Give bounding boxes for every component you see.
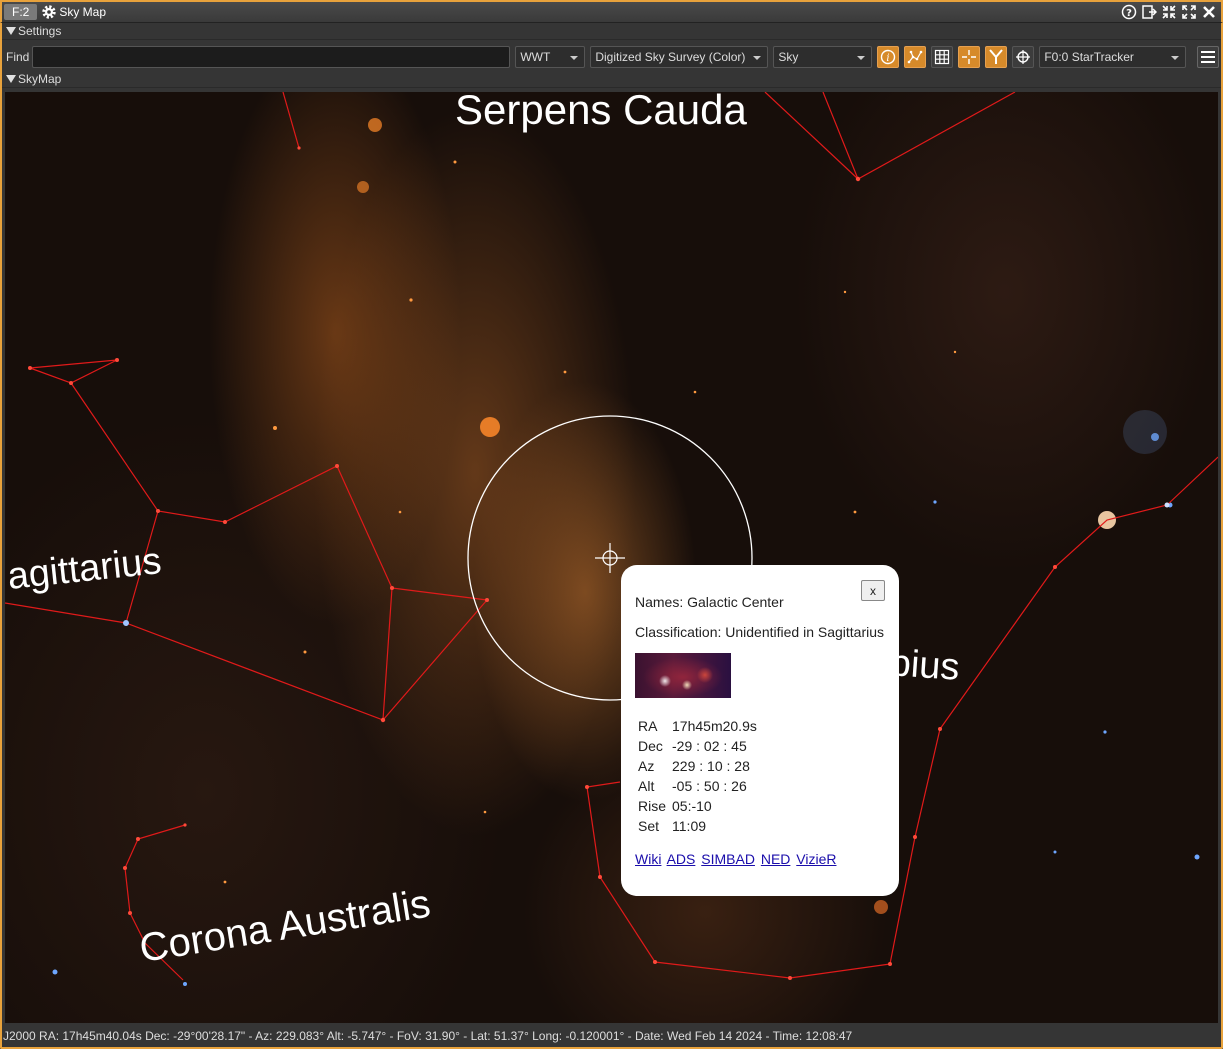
source-select-value: F0:0 StarTracker	[1044, 50, 1134, 64]
link-ned[interactable]: NED	[761, 851, 791, 867]
coord-key: Set	[638, 818, 660, 834]
survey-select[interactable]: Digitized Sky Survey (Color)	[590, 46, 769, 68]
projection-select-value: Sky	[778, 50, 799, 64]
coord-key: RA	[638, 718, 658, 734]
coord-key: Az	[638, 758, 655, 774]
sky-map-canvas[interactable]: Serpens Cauda agittarius pius Corona Aus…	[5, 92, 1218, 1023]
skymap-section-label: SkyMap	[18, 72, 62, 86]
antenna-toggle-button[interactable]	[985, 46, 1008, 68]
status-text: J2000 RA: 17h45m40.04s Dec: -29°00'28.17…	[3, 1029, 853, 1043]
target-icon	[1016, 50, 1031, 64]
reticle-toggle-button[interactable]	[958, 46, 981, 68]
constellation-label-serpens-cauda: Serpens Cauda	[455, 92, 748, 133]
constellation-label-sagittarius: agittarius	[6, 540, 164, 598]
table-row: Az 229 : 10 : 28	[635, 756, 760, 776]
svg-text:i: i	[887, 53, 890, 64]
backend-select[interactable]: WWT	[515, 46, 586, 68]
object-names: Names: Galactic Center	[635, 594, 784, 610]
table-row: Rise 05:-10	[635, 796, 760, 816]
constellation-icon	[908, 50, 923, 64]
table-row: Dec -29 : 02 : 45	[635, 736, 760, 756]
find-input[interactable]	[32, 46, 511, 68]
help-icon[interactable]: ?	[1120, 3, 1137, 20]
constellation-stars	[28, 146, 1170, 980]
find-label: Find	[6, 50, 30, 64]
menu-button[interactable]	[1197, 46, 1219, 68]
grid-toggle-button[interactable]	[931, 46, 954, 68]
projection-select[interactable]: Sky	[773, 46, 873, 68]
constellation-lines	[5, 92, 1218, 981]
hamburger-menu-icon	[1201, 51, 1215, 63]
coord-value: 11:09	[672, 818, 707, 834]
backend-select-value: WWT	[520, 50, 551, 64]
popup-close-button[interactable]: x	[861, 580, 885, 601]
constellation-label-corona-australis: Corona Australis	[137, 882, 434, 971]
survey-select-value: Digitized Sky Survey (Color)	[595, 50, 746, 64]
table-row: Set 11:09	[635, 816, 760, 836]
table-row: Alt -05 : 50 : 26	[635, 776, 760, 796]
grid-icon	[935, 49, 950, 65]
settings-section-header[interactable]: Settings	[2, 23, 1221, 40]
coord-key: Alt	[638, 778, 655, 794]
object-coordinates-table: RA 17h45m20.9s Dec -29 : 02 : 45 Az 229 : 1…	[635, 716, 760, 836]
link-wiki[interactable]: Wiki	[635, 851, 661, 867]
table-row: RA 17h45m20.9s	[635, 716, 760, 736]
title-bar: F:2 Sky Map ?	[0, 0, 1223, 23]
constellation-label-scorpius: pius	[888, 642, 960, 689]
settings-toolbar: Find WWT Digitized Sky Survey (Color) Sk…	[2, 42, 1221, 72]
object-classification: Classification: Unidentified in Sagittar…	[635, 624, 885, 640]
coord-key: Dec	[638, 738, 663, 754]
info-toggle-button[interactable]: i	[877, 46, 900, 68]
shrink-icon[interactable]	[1160, 3, 1177, 20]
collapse-triangle-icon	[6, 27, 16, 35]
skymap-section-header[interactable]: SkyMap	[2, 71, 1221, 88]
sky-map-view[interactable]: Serpens Cauda agittarius pius Corona Aus…	[5, 92, 1218, 1023]
coord-value: 229 : 10 : 28	[672, 758, 750, 774]
link-ads[interactable]: ADS	[667, 851, 696, 867]
gear-icon[interactable]	[41, 4, 57, 20]
chevron-down-icon	[857, 56, 866, 60]
coord-value: -29 : 02 : 45	[672, 738, 747, 754]
status-bar: J2000 RA: 17h45m40.04s Dec: -29°00'28.17…	[2, 1025, 1221, 1047]
constellations-toggle-button[interactable]	[904, 46, 927, 68]
feature-index-badge[interactable]: F:2	[4, 4, 38, 20]
settings-section-label: Settings	[18, 24, 62, 38]
svg-text:?: ?	[1126, 8, 1132, 19]
collapse-triangle-icon	[6, 75, 16, 83]
crosshair-icon	[962, 50, 977, 64]
external-links: Wiki ADS SIMBAD NED VizieR	[635, 851, 838, 867]
object-info-popup: x Names: Galactic Center Classification:…	[621, 565, 899, 896]
move-to-workspace-icon[interactable]	[1140, 3, 1157, 20]
coord-value: 05:-10	[672, 798, 712, 814]
coord-value: -05 : 50 : 26	[672, 778, 747, 794]
track-target-button[interactable]	[1012, 46, 1035, 68]
reticle-crosshair-icon	[595, 543, 625, 573]
info-icon: i	[881, 49, 896, 65]
chevron-down-icon	[570, 56, 579, 60]
maximize-icon[interactable]	[1180, 3, 1197, 20]
window-title: Sky Map	[59, 5, 107, 19]
coord-value: 17h45m20.9s	[672, 718, 757, 734]
antenna-icon	[989, 49, 1004, 64]
object-thumbnail-image[interactable]	[635, 653, 731, 698]
source-select[interactable]: F0:0 StarTracker	[1039, 46, 1187, 68]
link-vizier[interactable]: VizieR	[796, 851, 836, 867]
close-icon[interactable]	[1200, 3, 1217, 20]
coord-key: Rise	[638, 798, 667, 814]
chevron-down-icon	[1171, 56, 1180, 60]
chevron-down-icon	[753, 56, 762, 60]
link-simbad[interactable]: SIMBAD	[701, 851, 755, 867]
